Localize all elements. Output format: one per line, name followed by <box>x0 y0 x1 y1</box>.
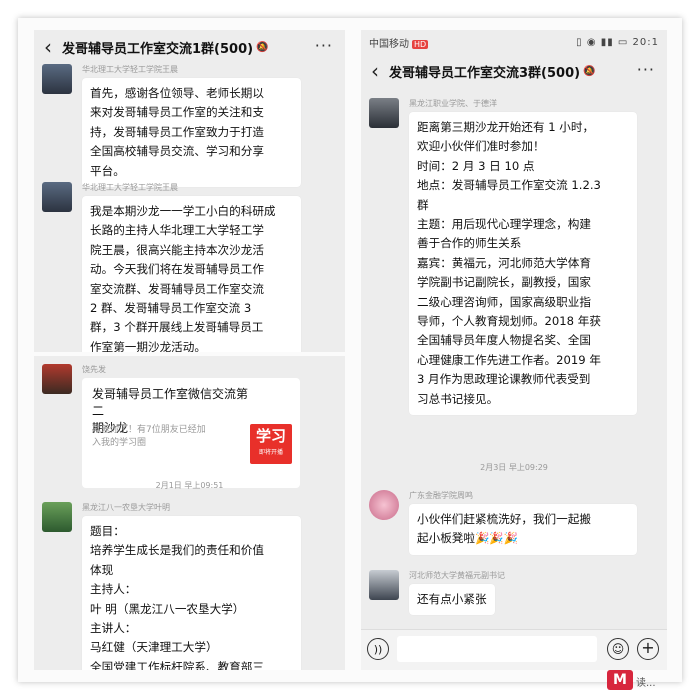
message-line: 小伙伴们赶紧梳洗好，我们一起搬 <box>417 512 591 526</box>
message-line: 习总书记接见。 <box>417 391 499 406</box>
message-bubble[interactable]: 我是本期沙龙一一学工小白的科研成 长路的主持人华北理工大学轻工学 院王晨，很高兴… <box>82 196 301 352</box>
chat-header: ‹ 发哥辅导员工作室交流3群(500) 🔕 ··· <box>361 54 667 88</box>
sender-name: 饶先发 <box>82 365 106 374</box>
message-bubble[interactable]: 小伙伴们赶紧梳洗好，我们一起搬 起小板凳啦🎉🎉🎉 <box>409 504 637 555</box>
message-line: 马红健（天津理工大学） <box>90 640 218 655</box>
back-arrow-icon[interactable]: ‹ <box>361 59 389 83</box>
sender-name: 黑龙江八一农垦大学叶明 <box>82 503 170 512</box>
message-line: 学院副书记副院长，副教授，国家 <box>417 275 591 290</box>
card-title-line: 发哥辅导员工作室微信交流第二 <box>92 387 249 418</box>
avatar[interactable] <box>42 64 72 94</box>
more-options-icon[interactable]: ··· <box>315 36 333 55</box>
thumbnail-subtitle: 即将开播 <box>258 449 283 456</box>
chat-header: ‹ 发哥辅导员工作室交流1群(500) 🔕 ··· <box>34 30 345 64</box>
message-line: 地点：发哥辅导员工作室交流 1.2.3 <box>417 178 601 193</box>
avatar[interactable] <box>42 364 72 394</box>
sender-name: 河北师范大学黄福元副书记 <box>409 571 505 580</box>
hd-badge: HD <box>412 39 429 49</box>
message-line: 心理健康工作先进工作者。2019 年 <box>417 352 601 367</box>
message-line: 首先，感谢各位领导、老师长期以 <box>90 86 264 100</box>
timestamp: 2月3日 早上09:29 <box>480 463 548 472</box>
message-line: 3 月作为思政理论课教师代表受到 <box>417 372 591 387</box>
message-bubble[interactable]: 首先，感谢各位领导、老师长期以 来对发哥辅导员工作室的关注和支 持，发哥辅导员工… <box>82 78 301 188</box>
shared-link-card[interactable]: 发哥辅导员工作室微信交流第二 期沙龙 就差你了！有7位朋友已经加 入我的学习圈 … <box>82 378 300 488</box>
message-line: 起小板凳啦🎉🎉🎉 <box>417 531 519 546</box>
message-line: 题目： <box>90 524 125 538</box>
message-line: 主讲人： <box>90 621 137 636</box>
message-line: 2 群、发哥辅导员工作室交流 3 <box>90 301 252 316</box>
card-desc-line: 就差你了！有7位朋友已经加 <box>92 425 206 435</box>
message-bubble[interactable]: 还有点小紧张 <box>409 584 495 616</box>
message-line: 主持人： <box>90 582 137 597</box>
voice-input-icon[interactable]: )) <box>367 638 389 660</box>
avatar[interactable] <box>42 502 72 532</box>
message-line: 叶 明（黑龙江八一农垦大学） <box>90 601 245 616</box>
message-line: 二级心理咨询师，国家高级职业指 <box>417 294 591 309</box>
message-line: 作室第一期沙龙活动。 <box>90 339 206 352</box>
message-bubble[interactable]: 题目： 培养学生成长是我们的责任和价值 体现 主持人： 叶 明（黑龙江八一农垦大… <box>82 516 301 670</box>
message-line: 来对发哥辅导员工作室的关注和支 <box>90 105 264 120</box>
plus-icon[interactable]: + <box>637 638 659 660</box>
chat-title: 发哥辅导员工作室交流3群(500) <box>389 65 581 81</box>
chat-panel-group-1: ‹ 发哥辅导员工作室交流1群(500) 🔕 ··· 华北理工大学轻工学院王晨 首… <box>34 30 345 352</box>
message-line: 群 <box>417 197 429 212</box>
card-thumbnail: 学习 即将开播 <box>250 424 292 464</box>
avatar[interactable] <box>369 490 399 520</box>
more-options-icon[interactable]: ··· <box>637 60 655 79</box>
message-line: 全国高校辅导员交流、学习和分享 <box>90 144 264 159</box>
chat-panel-group-3: 中国移动 HD ▯ ◉ ▮▮ ▭ 20:1 ‹ 发哥辅导员工作室交流3群(500)… <box>361 30 667 670</box>
sender-name: 华北理工大学轻工学院王晨 <box>82 183 178 192</box>
back-arrow-icon[interactable]: ‹ <box>34 35 62 59</box>
watermark-logo: M <box>607 670 633 690</box>
sender-name: 黑龙江职业学院、于德洋 <box>409 99 497 108</box>
emoji-icon[interactable]: ☺ <box>607 638 629 660</box>
card-desc-line: 入我的学习圈 <box>92 438 147 448</box>
message-line: 我是本期沙龙一一学工小白的科研成 <box>90 204 276 218</box>
carrier-name: 中国移动 <box>369 38 409 50</box>
message-input[interactable] <box>397 636 597 662</box>
message-line: 时间：2 月 3 日 10 点 <box>417 158 535 173</box>
message-line: 嘉宾：黄福元，河北师范大学体育 <box>417 255 591 270</box>
message-line: 体现 <box>90 562 114 577</box>
message-line: 长路的主持人华北理工大学轻工学 <box>90 223 264 238</box>
mute-bell-icon: 🔕 <box>256 41 269 53</box>
message-bubble[interactable]: 距离第三期沙龙开始还有 1 小时， 欢迎小伙伴们准时参加！ 时间：2 月 3 日… <box>409 112 637 416</box>
phone-status-bar: 中国移动 HD ▯ ◉ ▮▮ ▭ 20:1 <box>361 30 667 54</box>
thumbnail-title: 学习 <box>255 427 286 445</box>
message-line: 平台。 <box>90 163 125 178</box>
carrier-label: 中国移动 HD <box>369 35 576 50</box>
chat-panel-group-2: 饶先发 发哥辅导员工作室微信交流第二 期沙龙 就差你了！有7位朋友已经加 入我的… <box>34 356 345 670</box>
message-line: 全国辅导员年度人物提名奖、全国 <box>417 333 591 348</box>
avatar[interactable] <box>42 182 72 212</box>
card-description: 就差你了！有7位朋友已经加 入我的学习圈 <box>92 424 237 450</box>
chat-title: 发哥辅导员工作室交流1群(500) <box>62 41 254 57</box>
chat-input-bar: )) ☺ + <box>361 629 667 670</box>
message-line: 还有点小紧张 <box>417 592 487 606</box>
message-line: 院王晨，很高兴能主持本次沙龙活 <box>90 242 264 257</box>
message-line: 善于合作的师生关系 <box>417 236 522 251</box>
avatar[interactable] <box>369 98 399 128</box>
timestamp: 2月1日 早上09:51 <box>155 481 224 490</box>
message-line: 群，3 个群开展线上发哥辅导员工 <box>90 320 264 335</box>
message-line: 培养学生成长是我们的责任和价值 <box>90 543 264 558</box>
message-line: 距离第三期沙龙开始还有 1 小时， <box>417 120 595 134</box>
avatar[interactable] <box>369 570 399 600</box>
message-line: 动。今天我们将在发哥辅导员工作 <box>90 262 264 277</box>
sender-name: 广东金融学院周鸣 <box>409 491 473 500</box>
message-line: 主题：用后现代心理学理念，构建 <box>417 217 591 232</box>
watermark-text: 读... <box>636 678 656 689</box>
message-line: 欢迎小伙伴们准时参加！ <box>417 139 545 154</box>
status-icons: ▯ ◉ ▮▮ ▭ 20:1 <box>576 36 659 48</box>
sender-name: 华北理工大学轻工学院王晨 <box>82 65 178 74</box>
mute-bell-icon: 🔕 <box>583 65 596 77</box>
message-line: 导师，个人教育规划师。2018 年获 <box>417 314 601 329</box>
message-line: 室交流群、发哥辅导员工作室交流 <box>90 281 264 296</box>
message-line: 持，发哥辅导员工作室致力于打造 <box>90 124 264 139</box>
message-line: 全国党建工作标杆院系、教育部三 <box>90 659 264 670</box>
